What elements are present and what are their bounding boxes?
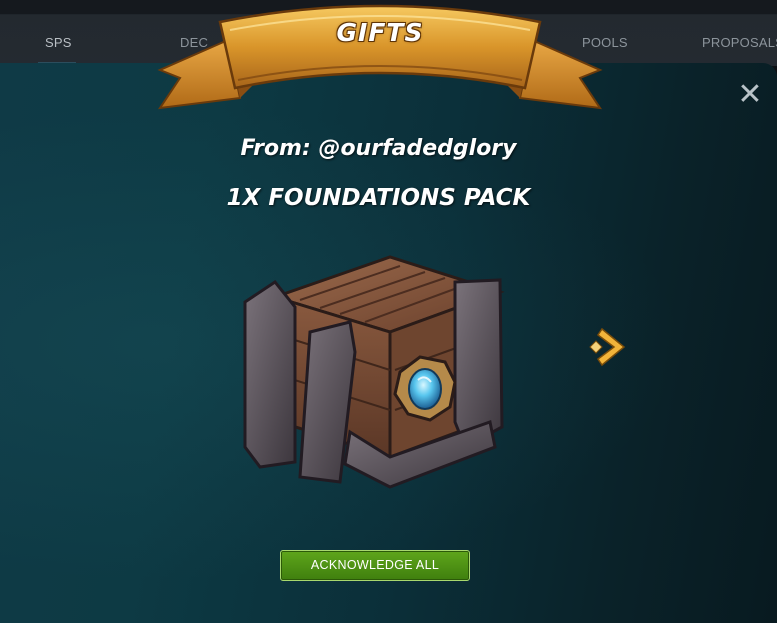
- chevron-right-icon[interactable]: [588, 325, 628, 369]
- foundations-pack-chest-image: [243, 255, 505, 489]
- gift-sender: From: @ourfadedglory: [240, 136, 517, 161]
- close-icon[interactable]: ✕: [735, 80, 765, 110]
- nav-item-proposals[interactable]: PROPOSALS: [702, 35, 777, 50]
- acknowledge-all-button[interactable]: ACKNOWLEDGE ALL: [280, 550, 470, 581]
- modal-title: GIFTS: [336, 18, 424, 47]
- nav-item-sps[interactable]: SPS: [45, 35, 72, 50]
- gift-name: 1X FOUNDATIONS PACK: [226, 185, 531, 211]
